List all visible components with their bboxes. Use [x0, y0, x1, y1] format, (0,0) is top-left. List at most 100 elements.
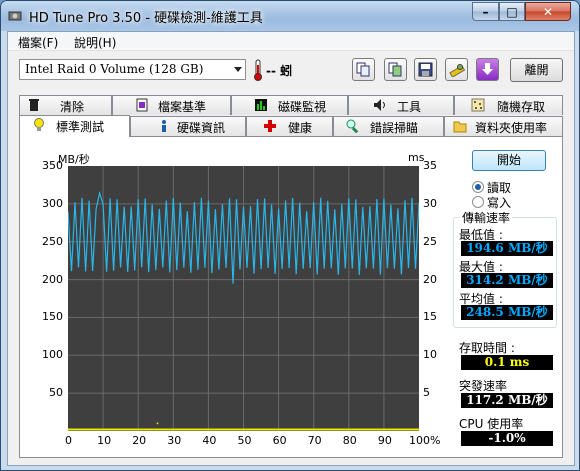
file-benchmark-icon	[136, 98, 148, 112]
tab-label: 標準測試	[56, 120, 105, 134]
tab-label: 工具	[397, 100, 422, 114]
tab-erase[interactable]: 清除	[19, 95, 112, 115]
tab-label: 檔案基準	[158, 100, 207, 114]
tab-label: 硬碟資訊	[177, 121, 226, 135]
x-tick: 20	[132, 434, 147, 447]
tab-label: 隨機存取	[497, 100, 546, 114]
save-icon	[418, 62, 433, 77]
x-tick: 10	[97, 434, 112, 447]
x-tick: 70	[307, 434, 322, 447]
benchmark-panel: MB/秒 ms 開始 讀取 寫入 傳輸速率 最低值 : 194.6 MB/秒 最…	[19, 136, 563, 458]
tab-label: 健康	[288, 121, 313, 135]
health-cross-icon	[264, 120, 276, 132]
download-button[interactable]	[476, 58, 499, 81]
tab-disk-info[interactable]: 硬碟資訊	[130, 116, 246, 136]
y-tick-left: 300	[42, 196, 63, 210]
tab-label: 資料夾使用率	[475, 121, 548, 135]
minimize-button[interactable]: –	[472, 2, 499, 21]
x-tick: 0	[65, 434, 72, 447]
access-time-point	[156, 422, 159, 425]
copy-info-icon	[356, 62, 370, 77]
chart-plot	[68, 166, 419, 431]
x-tick: 80	[342, 434, 357, 447]
max-value: 314.2 MB/秒	[461, 273, 553, 288]
save-button[interactable]	[414, 58, 437, 81]
x-tick: 100%	[409, 434, 441, 447]
start-button[interactable]: 開始	[472, 150, 546, 171]
read-radio[interactable]	[472, 181, 484, 193]
thermometer-icon	[254, 59, 262, 81]
access-time-label: 存取時間 :	[459, 341, 515, 355]
y-tick-right: 5	[423, 386, 430, 400]
transfer-rate-label: 傳輸速率	[460, 209, 513, 226]
y-tick-left: 350	[42, 159, 63, 172]
y-axis-right-label: ms	[408, 151, 425, 164]
tab-tools[interactable]: 工具	[348, 95, 454, 115]
y-tick-left: 150	[42, 310, 63, 324]
maximize-button[interactable]: □	[499, 2, 525, 21]
y-tick-right: 35	[423, 159, 437, 172]
title-bar[interactable]: HD Tune Pro 3.50 - 硬碟檢測-維護工具 – □ ✕	[1, 1, 579, 31]
tab-random-access[interactable]: 隨機存取	[454, 95, 563, 115]
menu-file[interactable]: 檔案(F)	[18, 34, 58, 51]
drive-select[interactable]: Intel Raid 0 Volume (128 GB)	[19, 59, 246, 80]
x-tick: 60	[272, 434, 287, 447]
y-tick-left: 200	[42, 272, 63, 286]
min-value: 194.6 MB/秒	[461, 241, 553, 256]
window-title: HD Tune Pro 3.50 - 硬碟檢測-維護工具	[29, 11, 263, 26]
x-tick: 90	[377, 434, 392, 447]
tab-file-benchmark[interactable]: 檔案基準	[112, 95, 231, 115]
exit-button[interactable]: 離開	[510, 58, 563, 82]
y-tick-right: 25	[423, 234, 437, 248]
speaker-icon	[374, 99, 385, 111]
x-tick: 30	[167, 434, 182, 447]
app-window: HD Tune Pro 3.50 - 硬碟檢測-維護工具 – □ ✕ 檔案(F)…	[0, 0, 580, 471]
client-area: 檔案(F) 說明(H) Intel Raid 0 Volume (128 GB)…	[7, 31, 575, 466]
options-button[interactable]	[445, 58, 468, 81]
temperature-readout: -- 蚓	[266, 64, 293, 78]
y-tick-left: 250	[42, 234, 63, 248]
tab-label: 磁碟監視	[278, 100, 327, 114]
copy-info-button[interactable]	[352, 58, 375, 81]
close-button[interactable]: ✕	[525, 2, 571, 21]
access-time-value: 0.1 ms	[461, 355, 553, 370]
info-icon	[162, 120, 166, 132]
menu-help[interactable]: 說明(H)	[74, 34, 116, 51]
transfer-chart	[68, 166, 419, 431]
burst-rate-label: 突發速率	[459, 379, 508, 393]
maximize-icon: □	[506, 4, 518, 19]
y-tick-right: 20	[423, 272, 437, 286]
y-tick-right: 15	[423, 310, 437, 324]
x-tick: 40	[202, 434, 217, 447]
copy-screenshot-icon	[388, 62, 402, 77]
bulb-icon	[34, 118, 44, 131]
magnifier-icon	[346, 119, 359, 133]
tab-folder-usage[interactable]: 資料夾使用率	[444, 116, 563, 136]
chevron-down-icon	[234, 67, 242, 72]
download-arrow-icon	[482, 63, 493, 75]
x-tick: 50	[237, 434, 252, 447]
tab-benchmark[interactable]: 標準測試	[19, 115, 130, 137]
random-access-icon	[471, 98, 485, 112]
folder-icon	[453, 121, 467, 133]
app-icon	[8, 11, 22, 21]
cpu-usage-value: -1.0%	[461, 431, 553, 446]
drive-select-value: Intel Raid 0 Volume (128 GB)	[25, 62, 204, 76]
write-radio[interactable]	[472, 196, 484, 208]
tab-health[interactable]: 健康	[246, 116, 333, 136]
copy-screenshot-button[interactable]	[384, 58, 407, 81]
tab-label: 清除	[60, 100, 85, 114]
cpu-usage-label: CPU 使用率	[459, 417, 524, 431]
minimize-icon: –	[482, 4, 489, 19]
tab-label: 錯誤掃瞄	[370, 121, 419, 135]
trash-icon	[29, 99, 39, 111]
options-icon	[448, 64, 465, 77]
disk-monitor-icon	[255, 99, 267, 111]
y-tick-left: 100	[42, 348, 63, 362]
tab-disk-monitor[interactable]: 磁碟監視	[231, 95, 348, 115]
y-tick-left: 50	[49, 386, 63, 400]
tab-error-scan[interactable]: 錯誤掃瞄	[333, 116, 444, 136]
avg-value: 248.5 MB/秒	[461, 305, 553, 320]
menu-bar: 檔案(F) 說明(H)	[8, 32, 574, 51]
close-icon: ✕	[542, 4, 554, 19]
